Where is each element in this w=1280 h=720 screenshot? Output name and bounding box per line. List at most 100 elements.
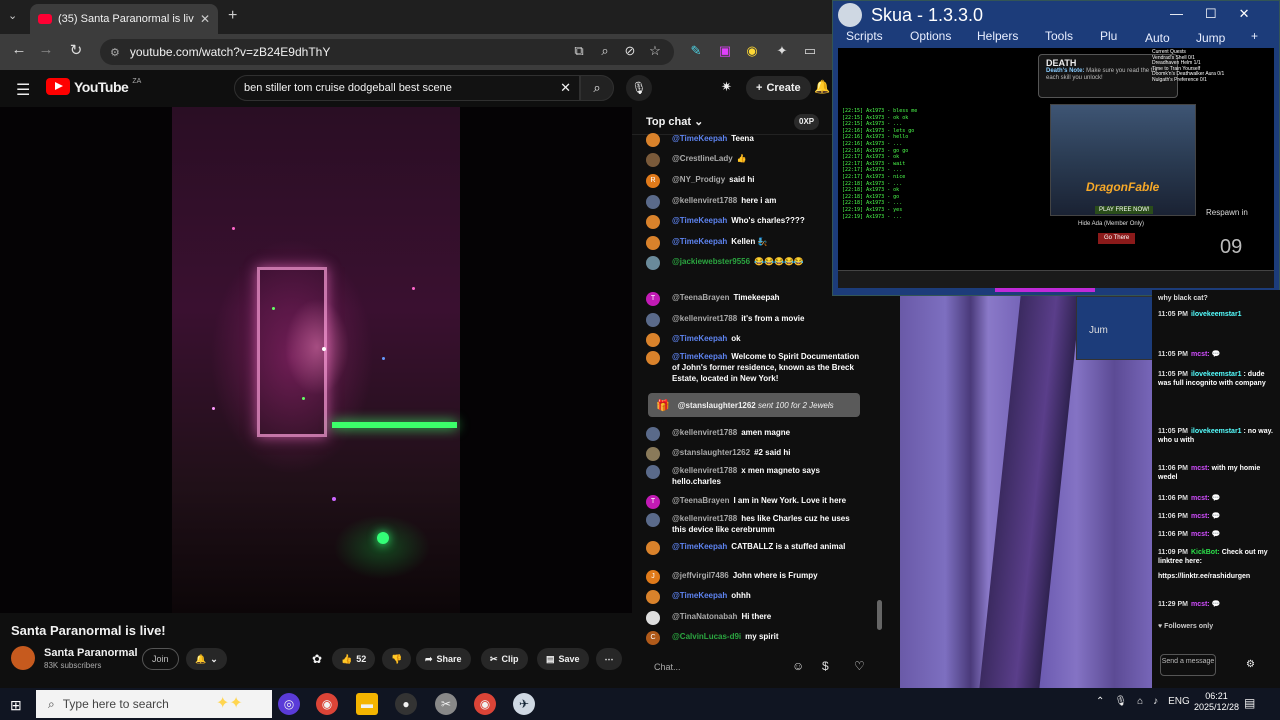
skua-add-icon[interactable]: + [1251, 29, 1258, 43]
close-icon[interactable]: ✕ [1239, 6, 1250, 22]
skua-menu-scripts[interactable]: Scripts [846, 29, 883, 43]
new-tab-icon[interactable]: + [228, 7, 237, 25]
skua-menu-jump[interactable]: Jump [1196, 31, 1225, 45]
top-chat-dropdown[interactable]: Top chat ⌄ [646, 115, 703, 128]
chat-avatar[interactable] [646, 236, 660, 250]
channel-name[interactable]: Santa Paranormal [44, 647, 138, 659]
eye-off-icon[interactable]: ⊘ [621, 42, 639, 60]
stream2-user[interactable]: ilovekeemstar1 [1191, 371, 1242, 378]
game-hotbar[interactable] [838, 270, 1274, 288]
stream2-user[interactable]: ilovekeemstar1 [1191, 311, 1242, 318]
chat-avatar[interactable]: R [646, 174, 660, 188]
chat-author[interactable]: @CrestlineLady [672, 154, 733, 163]
stream2-user[interactable]: mcst: [1191, 601, 1210, 608]
stream2-user[interactable]: mcst: [1191, 495, 1210, 502]
chat-avatar[interactable]: T [646, 292, 660, 306]
chat-author[interactable]: @kellenviret1788 [672, 314, 737, 323]
chat-author[interactable]: @TimeKeepah [672, 237, 727, 246]
extension-coin-icon[interactable]: ◉ [743, 42, 761, 60]
tab-close-icon[interactable]: ✕ [200, 12, 210, 26]
tab-search-chevron-icon[interactable]: ⌄ [8, 9, 17, 22]
chat-author[interactable]: @CalvinLucas-d9i [672, 632, 741, 641]
zoom-icon[interactable]: ⌕ [596, 42, 614, 60]
app-icon[interactable]: ● [395, 693, 417, 715]
reload-icon[interactable]: ↻ [66, 41, 86, 59]
maximize-icon[interactable]: ☐ [1205, 6, 1217, 22]
copilot-icon[interactable]: ◎ [278, 693, 300, 715]
share-button[interactable]: ➦ Share [416, 648, 471, 670]
stream2-chat-input[interactable]: Send a message [1160, 654, 1216, 676]
skua-menu-options[interactable]: Options [910, 29, 951, 43]
clear-search-icon[interactable]: ✕ [560, 80, 571, 96]
back-icon[interactable]: ← [9, 41, 29, 58]
sparkle-widget-icon[interactable]: ✦✦ [216, 693, 243, 713]
chat-scrollbar[interactable] [877, 600, 882, 630]
more-actions-icon[interactable]: ⋯ [596, 648, 622, 670]
gift-icon[interactable]: ✿ [312, 652, 322, 666]
sidebar-icon[interactable]: ▭ [801, 42, 819, 60]
bookmark-star-icon[interactable]: ☆ [646, 42, 664, 60]
chat-author[interactable]: @stanslaughter1262 [672, 448, 750, 457]
windows-start-icon[interactable]: ⊞ [10, 697, 22, 714]
snip-tool-icon[interactable]: ✂ [435, 693, 457, 715]
mic-icon[interactable]: 🎙 [1114, 696, 1127, 707]
menu-hamburger-icon[interactable]: ☰ [16, 80, 30, 100]
volume-icon[interactable]: ♪ [1153, 696, 1158, 707]
play-free-button[interactable]: PLAY FREE NOW! [1095, 206, 1154, 214]
cast-icon[interactable]: ⧉ [570, 42, 588, 60]
browser-tab[interactable]: (35) Santa Paranormal is live! ✕ [30, 4, 218, 34]
chat-avatar[interactable] [646, 256, 660, 270]
chat-avatar[interactable] [646, 465, 660, 479]
chat-author[interactable]: @NY_Prodigy [672, 175, 725, 184]
channel-avatar[interactable] [11, 646, 35, 670]
file-explorer-icon[interactable]: ▬ [356, 693, 378, 715]
heart-icon[interactable]: ♡ [854, 659, 865, 673]
chat-avatar[interactable] [646, 215, 660, 229]
chat-input[interactable]: Chat... [646, 657, 776, 677]
chat-author[interactable]: @TimeKeepah [672, 352, 727, 361]
extension-screen-icon[interactable]: ▣ [716, 42, 734, 60]
go-there-button[interactable]: Go There [1098, 233, 1136, 244]
chat-avatar[interactable] [646, 590, 660, 604]
chat-author[interactable]: @kellenviret1788 [672, 514, 737, 523]
skua-menu-auto[interactable]: Auto [1145, 31, 1170, 45]
stream2-user[interactable]: mcst: [1191, 465, 1210, 472]
sparkle-icon[interactable]: ✷ [721, 79, 732, 95]
stream2-user[interactable]: mcst: [1191, 351, 1210, 358]
language-indicator[interactable]: ENG [1168, 696, 1190, 707]
chat-author[interactable]: @TimeKeepah [672, 542, 727, 551]
chat-avatar[interactable]: J [646, 570, 660, 584]
chat-avatar[interactable] [646, 313, 660, 327]
chat-author[interactable]: @TeenaBrayen [672, 293, 729, 302]
forward-icon[interactable]: → [36, 41, 56, 58]
chat-avatar[interactable] [646, 153, 660, 167]
chat-avatar[interactable] [646, 133, 660, 147]
chat-author[interactable]: @TimeKeepah [672, 334, 727, 343]
chat-author[interactable]: @TinaNatonabah [672, 612, 737, 621]
taskbar-clock[interactable]: 06:21 2025/12/28 [1194, 691, 1239, 713]
notification-center-icon[interactable]: ▤ [1244, 696, 1255, 710]
chat-avatar[interactable] [646, 427, 660, 441]
skua-mini-window[interactable] [1076, 296, 1156, 360]
extensions-puzzle-icon[interactable]: ✦ [773, 42, 791, 60]
chat-author[interactable]: @kellenviret1788 [672, 466, 737, 475]
skua-menu-helpers[interactable]: Helpers [977, 29, 1018, 43]
chat-avatar[interactable] [646, 195, 660, 209]
hide-ada-checkbox[interactable]: Hide Ada (Member Only) [1078, 221, 1144, 227]
extension-translate-icon[interactable]: ✎ [687, 42, 705, 60]
chat-author[interactable]: @TimeKeepah [672, 216, 727, 225]
clip-button[interactable]: ✂ Clip [481, 648, 528, 670]
voice-search-mic-icon[interactable]: 🎙 [626, 75, 652, 101]
chat-avatar[interactable] [646, 351, 660, 365]
chrome-icon[interactable]: ◉ [316, 693, 338, 715]
skua-taskbar-icon[interactable]: ✈ [513, 693, 535, 715]
chat-avatar[interactable] [646, 541, 660, 555]
chat-author[interactable]: @TeenaBrayen [672, 496, 729, 505]
save-button[interactable]: ▤ Save [537, 648, 589, 670]
chat-author[interactable]: @jackiewebster9556 [672, 257, 750, 266]
join-button[interactable]: Join [142, 648, 179, 670]
chat-avatar[interactable] [646, 333, 660, 347]
minimize-icon[interactable]: — [1170, 6, 1183, 22]
stream2-user[interactable]: KickBot: [1191, 549, 1220, 556]
skua-menu-plugins[interactable]: Plu [1100, 29, 1117, 43]
